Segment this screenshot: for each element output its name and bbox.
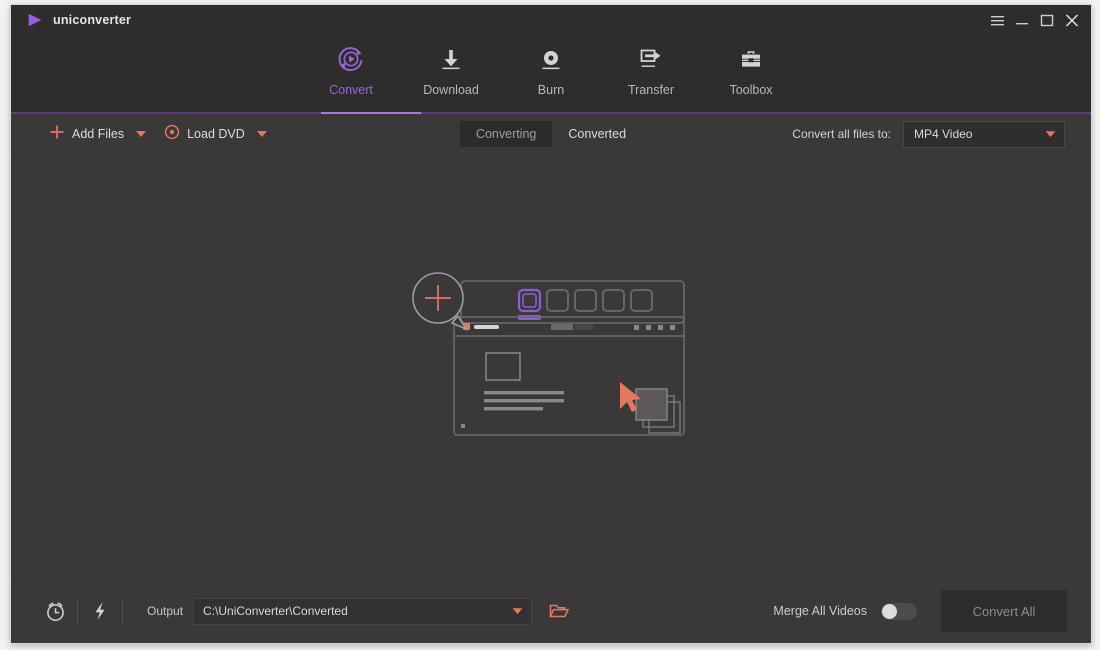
app-root: uniconverter [0, 0, 1100, 650]
burn-disc-icon [536, 44, 566, 74]
bottom-status-bar: Output C:\UniConverter\Converted Merge A… [11, 578, 1091, 643]
action-toolbar: Add Files Load DVD Converting C [11, 114, 1091, 155]
title-bar: uniconverter [11, 5, 1091, 35]
output-caret-down-icon [512, 602, 523, 620]
load-dvd-chevron-down-icon[interactable] [257, 131, 267, 137]
app-brand: uniconverter [11, 11, 131, 29]
convert-all-to-label: Convert all files to: [792, 127, 891, 141]
nav-tab-toolbox[interactable]: Toolbox [701, 35, 801, 97]
nav-tab-transfer[interactable]: Transfer [601, 35, 701, 97]
nav-label-convert: Convert [329, 83, 373, 97]
minimize-icon[interactable] [1011, 8, 1033, 32]
bottom-right-group: Merge All Videos Convert All [773, 590, 1067, 632]
nav-label-download: Download [423, 83, 479, 97]
convert-circular-play-icon [336, 44, 366, 74]
format-selector-group: Convert all files to: MP4 Video [792, 121, 1065, 148]
add-files-label: Add Files [72, 127, 124, 141]
maximize-icon[interactable] [1036, 8, 1058, 32]
download-arrow-icon [436, 44, 466, 74]
nav-tab-convert[interactable]: Convert [301, 35, 401, 97]
output-format-value: MP4 Video [914, 127, 972, 141]
divider [122, 599, 123, 623]
output-format-select[interactable]: MP4 Video [903, 121, 1065, 148]
merge-all-videos-toggle[interactable] [881, 603, 917, 620]
transfer-device-arrow-icon [636, 44, 666, 74]
tab-converting[interactable]: Converting [460, 121, 552, 147]
output-path-select[interactable]: C:\UniConverter\Converted [193, 598, 532, 625]
output-path-value: C:\UniConverter\Converted [203, 604, 348, 618]
nav-label-burn: Burn [538, 83, 564, 97]
output-label: Output [147, 604, 183, 618]
toolbar-left-group: Add Files Load DVD [11, 124, 267, 145]
open-folder-icon[interactable] [548, 600, 570, 622]
add-files-button[interactable]: Add Files [49, 124, 146, 145]
converting-converted-tabs: Converting Converted [460, 121, 642, 147]
app-title: uniconverter [53, 13, 131, 27]
load-dvd-button[interactable]: Load DVD [164, 124, 267, 145]
add-files-chevron-down-icon[interactable] [136, 131, 146, 137]
drag-and-drop-illustration [406, 269, 696, 464]
convert-all-button[interactable]: Convert All [941, 590, 1067, 632]
lightning-bolt-icon[interactable] [78, 594, 122, 628]
tab-converted[interactable]: Converted [552, 121, 642, 147]
plus-icon [49, 124, 65, 145]
drop-area[interactable] [11, 155, 1091, 578]
uniconverter-window: uniconverter [10, 4, 1092, 644]
play-triangle-logo-icon [26, 11, 44, 29]
nav-tab-download[interactable]: Download [401, 35, 501, 97]
close-icon[interactable] [1061, 8, 1083, 32]
toggle-knob [882, 604, 897, 619]
nav-label-toolbox: Toolbox [729, 83, 772, 97]
disc-icon [164, 124, 180, 145]
window-controls [986, 5, 1083, 35]
hamburger-menu-icon[interactable] [986, 8, 1008, 32]
load-dvd-label: Load DVD [187, 127, 245, 141]
alarm-clock-icon[interactable] [33, 594, 77, 628]
merge-all-videos-label: Merge All Videos [773, 604, 867, 618]
main-navigation: Convert Download [11, 35, 1091, 114]
format-caret-down-icon [1045, 125, 1056, 143]
toolbox-briefcase-icon [736, 44, 766, 74]
nav-tab-burn[interactable]: Burn [501, 35, 601, 97]
nav-label-transfer: Transfer [628, 83, 674, 97]
